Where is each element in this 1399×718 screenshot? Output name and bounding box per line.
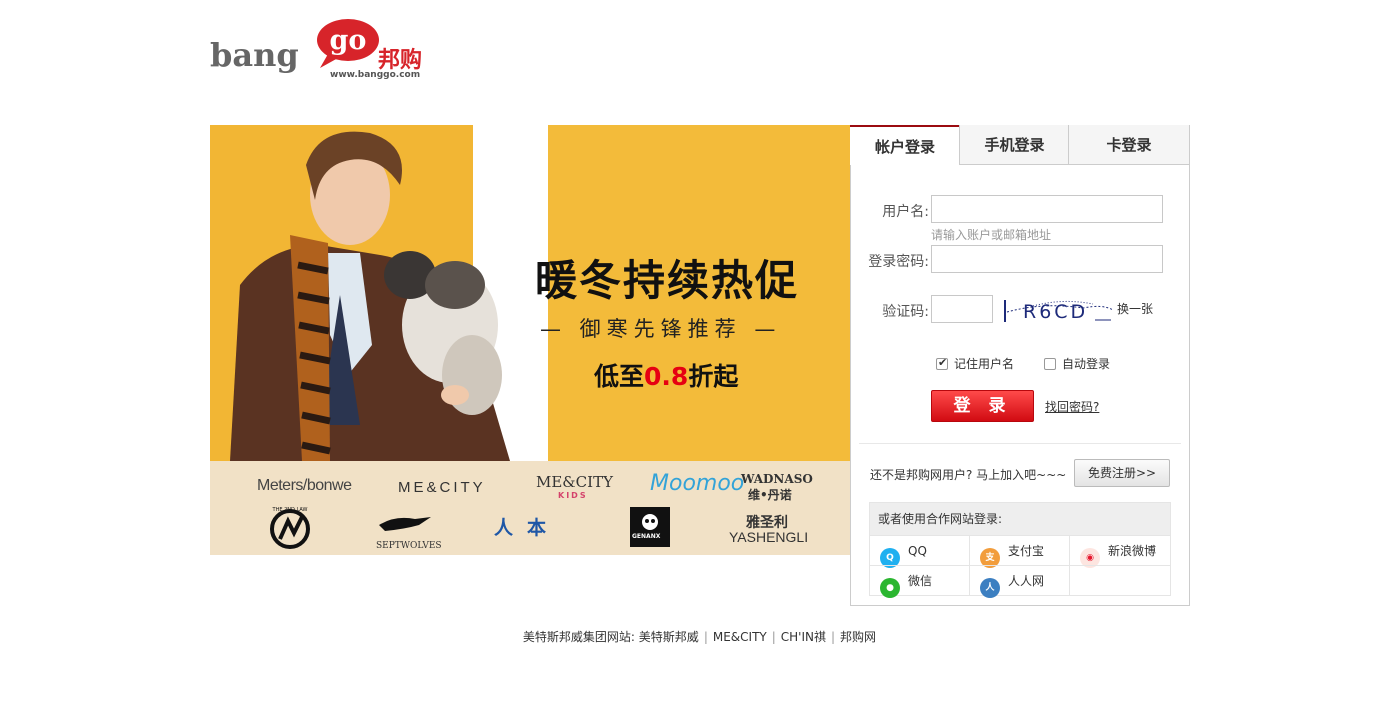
partner-empty-cell xyxy=(1070,565,1170,595)
footer-link-banggo[interactable]: 邦购网 xyxy=(840,630,876,644)
login-tabs: 帐户登录 手机登录 卡登录 xyxy=(850,125,1190,165)
footer-separator: | xyxy=(771,630,776,644)
footer: 美特斯邦威集团网站: 美特斯邦威 | ME&CITY | CH'IN祺 | 邦购网 xyxy=(0,628,1399,645)
partner-qq-label: QQ xyxy=(908,544,927,558)
brand-septwolves: SEPTWOLVES xyxy=(376,541,442,551)
remember-label: 记住用户名 xyxy=(954,357,1015,371)
footer-separator: | xyxy=(831,630,836,644)
captcha-input[interactable] xyxy=(931,295,993,323)
register-button[interactable]: 免费注册>> xyxy=(1074,459,1170,487)
username-input[interactable] xyxy=(931,195,1163,223)
brand-wadnaso[interactable]: WADNASO xyxy=(741,472,813,486)
brand-septwolves-logo[interactable] xyxy=(375,511,435,541)
tab-phone-login[interactable]: 手机登录 xyxy=(959,125,1069,165)
brand-mecity-kids-sub: KIDS xyxy=(558,491,588,500)
footer-link-mecity[interactable]: ME&CITY xyxy=(713,630,767,644)
tab-account-login[interactable]: 帐户登录 xyxy=(850,125,960,165)
partner-alipay-label: 支付宝 xyxy=(1008,544,1045,558)
banner-subtitle: — 御寒先锋推荐 — xyxy=(540,317,782,341)
captcha-refresh-link[interactable]: 换一张 xyxy=(1117,300,1153,317)
footer-link-chin[interactable]: CH'IN祺 xyxy=(781,630,826,644)
forgot-password-link[interactable]: 找回密码? xyxy=(1045,398,1099,415)
tab-card-login[interactable]: 卡登录 xyxy=(1068,125,1190,165)
partner-wechat-label: 微信 xyxy=(908,574,933,588)
partner-qq[interactable]: Q QQ xyxy=(870,535,970,568)
partner-wechat[interactable]: ● 微信 xyxy=(870,565,970,598)
register-prompt: 还不是邦购网用户? 马上加入吧~~~ xyxy=(870,468,1067,482)
username-hint: 请输入账户或邮箱地址 xyxy=(931,228,1052,242)
panda-icon xyxy=(642,514,658,530)
remember-username-checkbox[interactable]: 记住用户名 xyxy=(936,355,1014,372)
brand-genanx-logo[interactable]: GENANX xyxy=(630,507,670,547)
brand-moomoo[interactable]: Moomoo xyxy=(650,471,744,496)
speech-bubble-icon: go xyxy=(317,19,379,68)
logo-bubble-text: go xyxy=(330,25,367,56)
brand-strip: Meters/bonwe ME&CITY ME&CITY KIDS Moomoo… xyxy=(210,461,850,555)
brand-metersbonwe[interactable]: Meters/bonwe xyxy=(257,477,352,495)
brand-mecity-kids[interactable]: ME&CITY xyxy=(536,473,613,491)
banggo-logo[interactable]: bang go 邦购 www.banggo.com xyxy=(210,16,430,82)
partner-renren-label: 人人网 xyxy=(1008,574,1045,588)
renren-icon: 人 xyxy=(980,578,1000,598)
brand-renben[interactable]: 人本 xyxy=(494,513,560,540)
brand-wadnaso-cn: 维•丹诺 xyxy=(748,488,792,502)
login-panel: 帐户登录 手机登录 卡登录 用户名: 请输入账户或邮箱地址 登录密码: 验证码:… xyxy=(850,125,1190,606)
captcha-image[interactable]: R6CD xyxy=(1003,292,1115,326)
svg-text:THE 2ND LAW: THE 2ND LAW xyxy=(272,507,308,513)
checkbox-icon[interactable] xyxy=(1044,358,1056,370)
captcha-label: 验证码: xyxy=(882,304,929,320)
logo-wordmark: bang xyxy=(210,36,299,74)
password-input[interactable] xyxy=(931,245,1163,273)
brand-the2ndlaw-logo[interactable]: THE 2ND LAW xyxy=(268,505,312,549)
divider xyxy=(859,443,1181,444)
auto-login-checkbox[interactable]: 自动登录 xyxy=(1044,355,1110,372)
username-label: 用户名: xyxy=(882,204,929,220)
login-button[interactable]: 登 录 xyxy=(931,390,1034,422)
brand-mecity[interactable]: ME&CITY xyxy=(398,479,486,496)
captcha-text: R6CD xyxy=(1023,301,1088,323)
password-label: 登录密码: xyxy=(868,254,929,270)
auto-login-label: 自动登录 xyxy=(1062,357,1111,371)
footer-link-metersbonwe[interactable]: 美特斯邦威 xyxy=(639,630,699,644)
footer-prefix: 美特斯邦威集团网站: xyxy=(522,630,635,644)
logo-url: www.banggo.com xyxy=(330,70,421,80)
brand-genanx: GENANX xyxy=(632,533,661,540)
price-prefix: 低至 xyxy=(594,362,645,391)
checkbox-checked-icon[interactable] xyxy=(936,356,948,370)
partner-renren[interactable]: 人人人网 xyxy=(970,565,1070,598)
partner-weibo[interactable]: ◉ 新浪微博 xyxy=(1070,535,1170,568)
banner-price: 低至0.8折起 xyxy=(594,357,738,393)
model-with-dog-image xyxy=(230,131,510,461)
price-suffix: 折起 xyxy=(688,362,739,391)
brand-yashengli: YASHENGLI xyxy=(729,529,809,545)
wechat-icon: ● xyxy=(880,578,900,598)
partner-alipay[interactable]: 支支付宝 xyxy=(970,535,1070,568)
footer-separator: | xyxy=(703,630,708,644)
partner-login-title: 或者使用合作网站登录: xyxy=(870,503,1170,535)
banner-headline: 暖冬持续热促 xyxy=(535,256,800,305)
price-value: 0.8 xyxy=(644,362,689,391)
partner-weibo-label: 新浪微博 xyxy=(1108,544,1157,558)
partner-login-box: 或者使用合作网站登录: Q QQ 支支付宝 ◉ 新浪微博 ● 微信 人人人网 xyxy=(869,502,1171,598)
promo-banner[interactable]: 暖冬持续热促 — 御寒先锋推荐 — 低至0.8折起 xyxy=(210,125,850,461)
